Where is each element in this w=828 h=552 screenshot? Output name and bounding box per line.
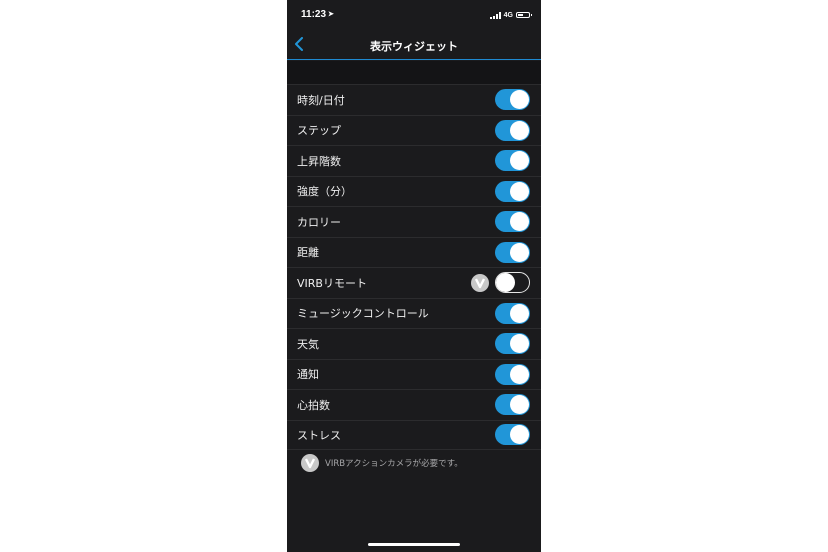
signal-icon [489,11,501,19]
status-indicators: 4G [489,10,532,20]
toggle-knob [510,212,529,232]
widget-toggle[interactable] [495,241,530,263]
widget-label: VIRBリモート [297,276,367,290]
widget-label: ミュージックコントロール [297,307,429,321]
widget-toggle[interactable] [495,363,530,385]
widget-row: 天気 [287,328,541,359]
widget-row: 距離 [287,236,541,268]
widget-row: 上昇階数 [287,145,541,176]
toggle-knob [510,303,529,323]
network-label: 4G [503,11,513,19]
widget-row: カロリー [287,206,541,237]
virb-icon [301,454,319,472]
widget-label: 時刻/日付 [297,93,345,107]
widget-row: 時刻/日付 [287,84,541,115]
widget-toggle[interactable] [495,119,530,141]
widget-toggle[interactable] [495,272,530,294]
widget-toggle[interactable] [495,302,530,324]
widget-row: 通知 [287,358,541,390]
widget-label: 距離 [297,246,319,260]
widget-row: ステップ [287,114,541,146]
toggle-knob [510,120,529,140]
virb-footnote: VIRBアクションカメラが必要です。 [301,454,463,472]
widget-toggle[interactable] [495,333,530,355]
status-time-label: 11:23 [301,9,327,20]
location-arrow-icon: ➤ [328,11,334,18]
widget-label: 強度（分） [297,185,352,199]
toggle-knob [496,273,515,293]
section-spacer [287,61,541,84]
toggle-knob [510,364,529,384]
widget-row: VIRBリモート [287,267,541,298]
widget-label: ステップ [297,124,341,138]
widget-row: ストレス [287,419,541,450]
toggle-knob [510,90,529,110]
widget-label: 通知 [297,368,319,382]
page-title: 表示ウィジェット [370,40,458,53]
battery-icon [516,12,532,18]
toggle-knob [510,334,529,354]
toggle-knob [510,151,529,171]
widget-toggle[interactable] [495,89,530,111]
toggle-knob [510,242,529,262]
widget-toggle[interactable] [495,424,530,446]
navigation-bar: 表示ウィジェット [287,30,541,60]
widget-list: 時刻/日付ステップ上昇階数強度（分） カロリー距離 VIRBリモートミュージックコン… [287,84,541,450]
home-indicator[interactable] [368,543,460,546]
toggle-knob [510,425,529,445]
widget-label: 上昇階数 [297,154,341,168]
widget-toggle[interactable] [495,211,530,233]
widget-row: 強度（分） [287,175,541,207]
widget-label: カロリー [297,215,341,229]
status-time: 11:23 ➤ [301,9,334,20]
widget-label: ストレス [297,428,341,442]
widget-row: ミュージックコントロール [287,297,541,329]
widget-toggle[interactable] [495,394,530,416]
widget-label: 天気 [297,337,319,351]
toggle-knob [510,181,529,201]
widget-row: 心拍数 [287,389,541,420]
phone-screen: 11:23 ➤ 4G 表示ウィジェット 時刻/日付ステップ上昇階数強度（分） カロリ… [287,0,541,552]
widget-toggle[interactable] [495,180,530,202]
footnote-text: VIRBアクションカメラが必要です。 [325,459,463,469]
virb-icon [471,273,489,292]
widget-toggle[interactable] [495,150,530,172]
toggle-knob [510,395,529,415]
status-bar: 11:23 ➤ 4G [287,0,541,30]
widget-label: 心拍数 [297,398,330,412]
